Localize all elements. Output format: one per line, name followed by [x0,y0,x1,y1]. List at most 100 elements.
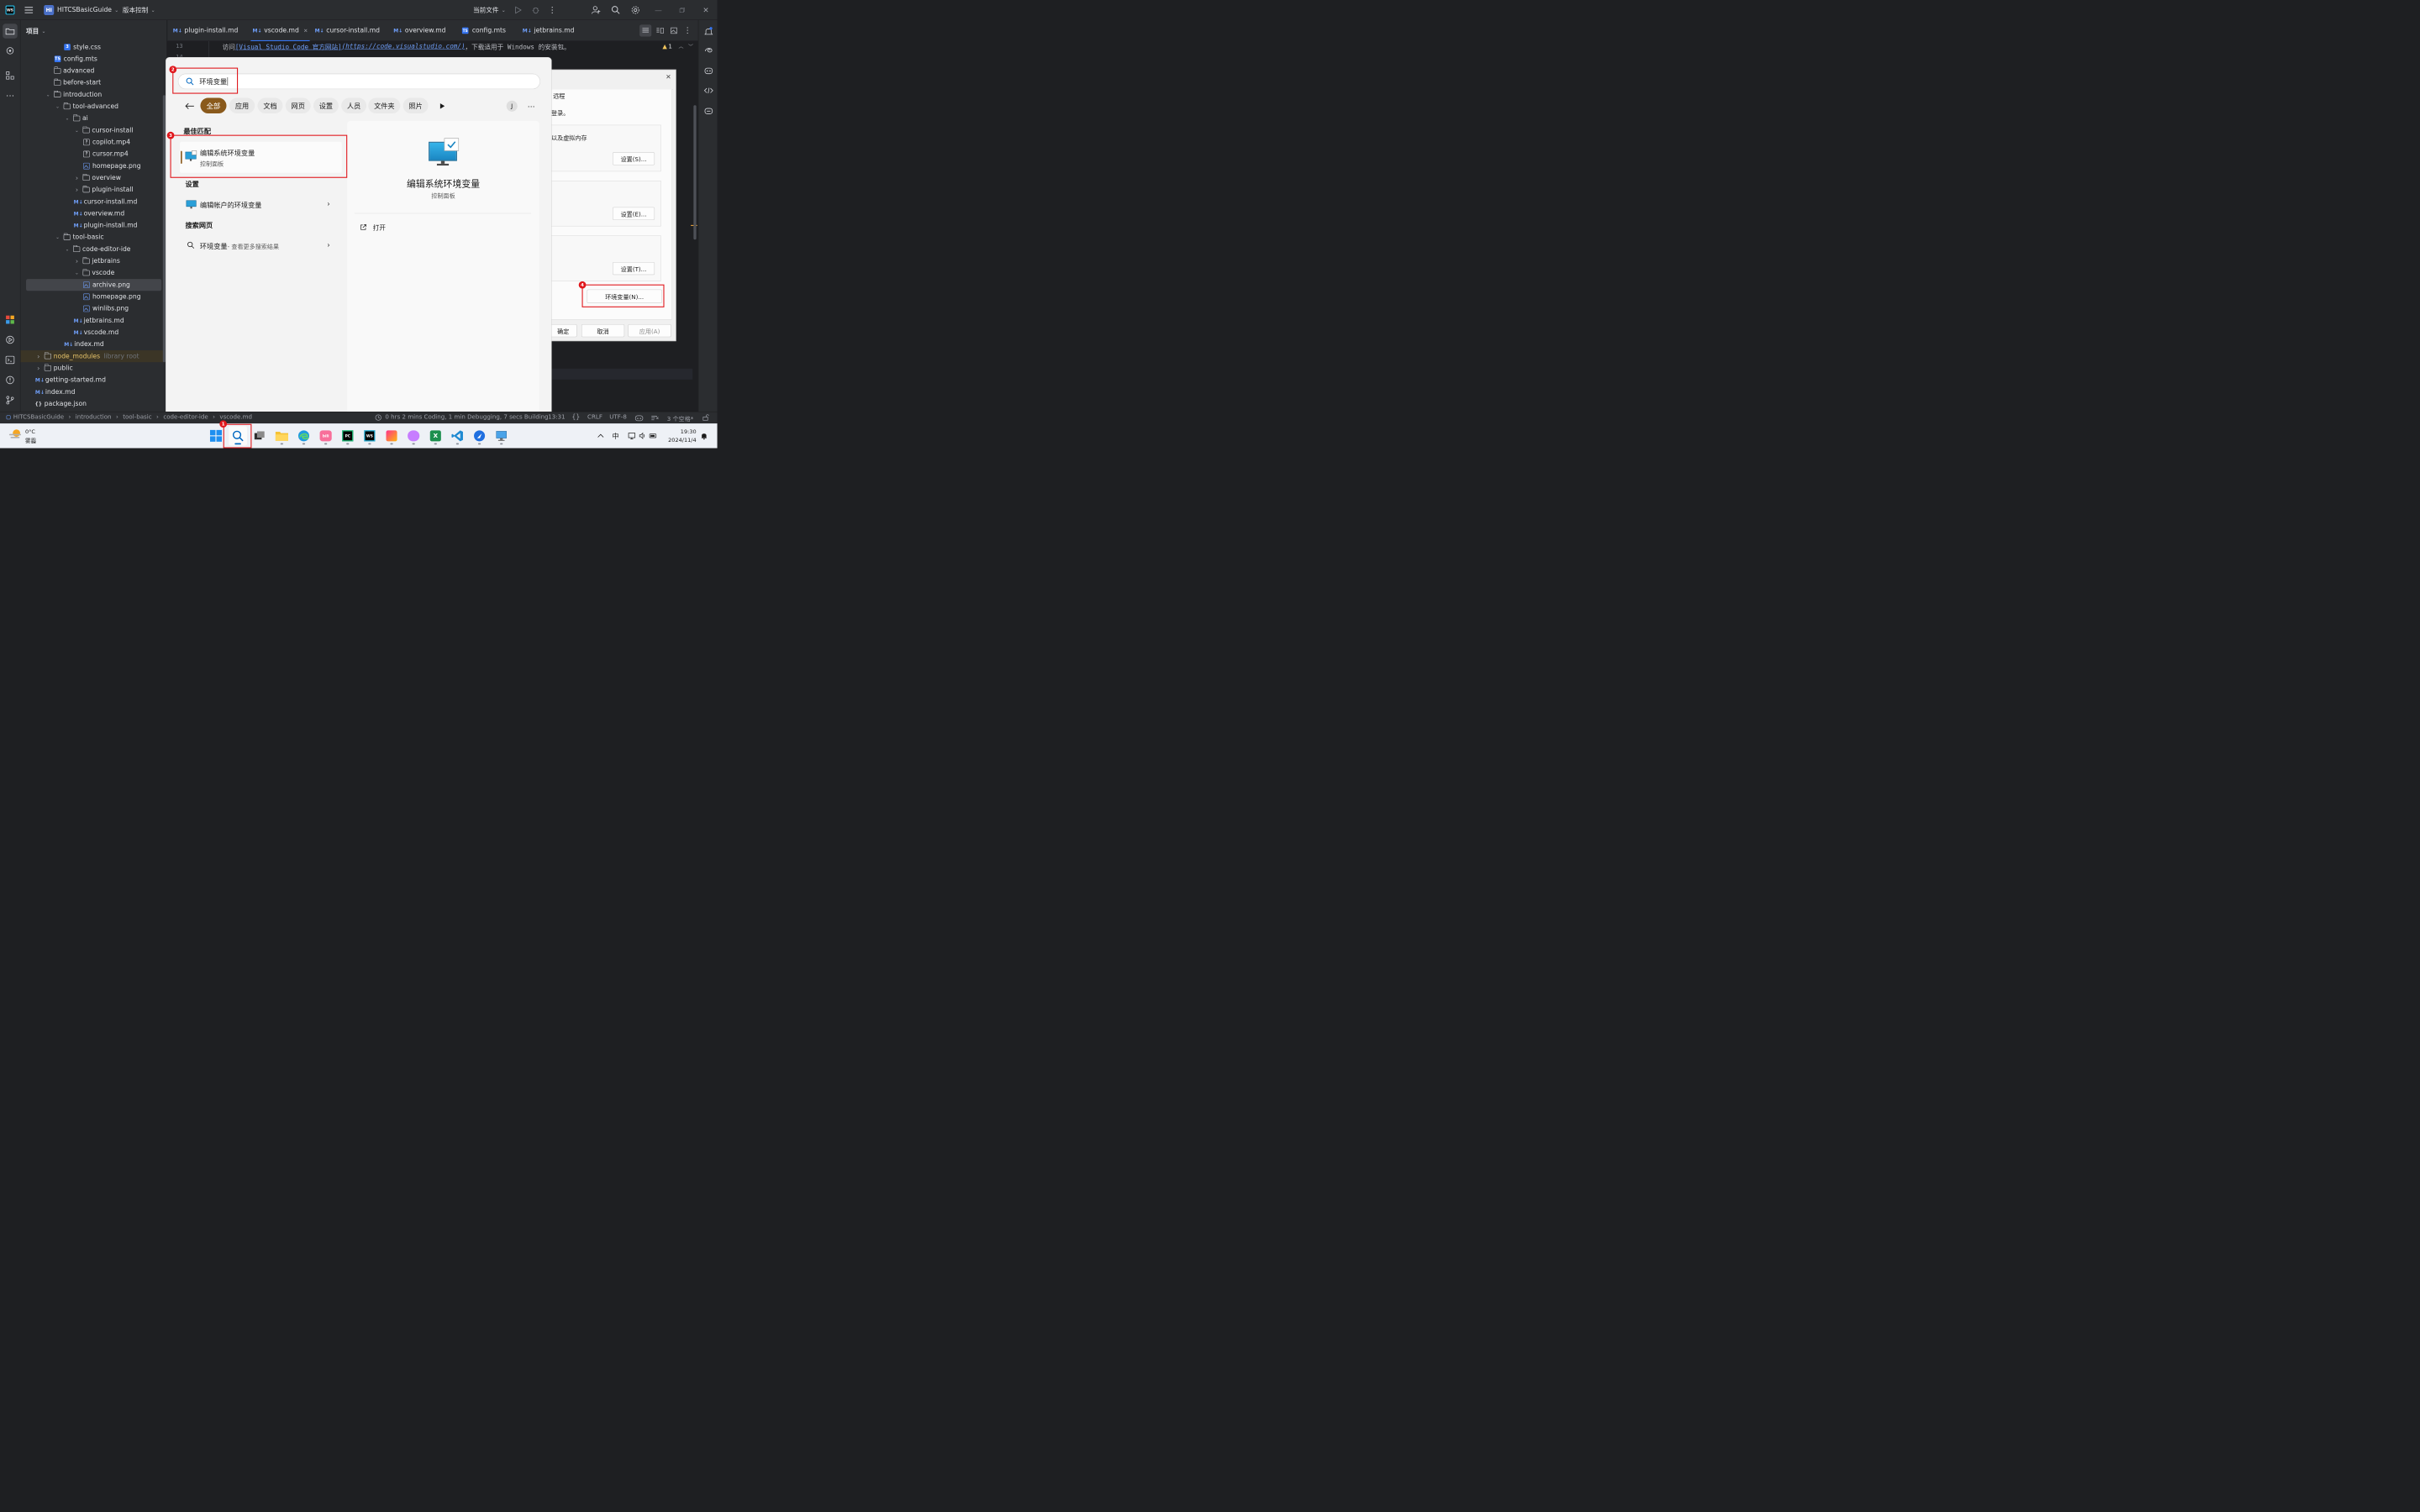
minimize-icon[interactable]: — [651,3,665,17]
editor-only-view-icon[interactable] [639,24,652,37]
chevron-down-icon[interactable]: ⌄ [74,270,81,276]
unlock-icon[interactable] [702,414,709,421]
tree-file[interactable]: M↓ overview.md [26,207,161,219]
chevron-right-icon[interactable]: › [35,352,42,360]
clock-date[interactable]: 2024/11/4 [666,437,697,444]
tab-remote[interactable]: 远程 [553,91,565,100]
project-panel-header[interactable]: 项目 ⌄ [26,27,46,36]
task-view-icon[interactable] [250,426,269,445]
cat-app-icon[interactable] [404,426,423,445]
editor-tab[interactable]: M↓ plugin-install.md [173,20,239,41]
tree-folder[interactable]: ⌄ vscode [26,267,161,279]
search-icon[interactable] [609,3,623,17]
editor-tab[interactable]: M↓ cursor-install.md [315,20,380,41]
more-horizontal-icon[interactable]: ⋯ [526,101,537,112]
tree-folder[interactable]: before-start [26,76,161,88]
play-more-filters-icon[interactable] [438,102,447,111]
system-tray[interactable] [627,426,659,445]
preview-view-icon[interactable] [668,24,680,36]
tree-file[interactable]: ? copilot.mp4 [26,136,161,148]
git-tool-icon[interactable] [4,394,16,406]
tree-file[interactable]: homepage.png [26,291,161,302]
structure-tool-icon[interactable] [4,70,16,81]
caret-position[interactable]: 13:31 [548,414,565,421]
pycharm-icon[interactable]: PC [339,426,357,445]
editor-tab[interactable]: M↓ vscode.md ✕ [250,20,310,41]
close-icon[interactable]: ✕ [664,73,673,82]
more-horizontal-icon[interactable]: ⋯ [4,90,16,102]
breadcrumb-item[interactable]: code-editor-ide [163,414,208,421]
link-text[interactable]: [Visual Studio Code 官方网站] [235,42,342,51]
tree-file[interactable]: {} package.json [26,398,161,410]
chevron-down-icon[interactable]: ⌄ [64,116,71,121]
tree-folder[interactable]: › overview [26,172,161,184]
tree-file[interactable]: M↓ index.md [26,339,161,350]
settings-result[interactable]: 编辑帐户的环境变量 › [180,197,342,213]
breadcrumb-item[interactable]: tool-basic [123,414,151,421]
tree-folder[interactable]: › jetbrains [26,255,161,267]
chevron-right-icon[interactable]: › [35,364,42,372]
notification-bell-icon[interactable] [699,426,709,445]
no-wrap-icon[interactable] [650,414,659,421]
back-arrow-icon[interactable] [184,101,195,112]
inspection-widget[interactable]: ▲ 1 ︿ ﹀ [662,43,693,50]
tree-folder[interactable]: ⌄ cursor-install [26,124,161,136]
split-view-icon[interactable] [655,24,666,36]
filter-chip[interactable]: 文档 [257,97,283,114]
chevron-down-icon[interactable]: ⌄ [45,92,51,97]
copilot-status-icon[interactable] [634,414,644,422]
tree-file[interactable]: TS config.mts [26,53,161,65]
startup-settings-button[interactable]: 设置(T)... [613,261,655,276]
apply-button[interactable]: 应用(A) [628,324,671,338]
weather-temp[interactable]: 0°C [25,428,35,435]
tree-file[interactable]: homepage.png [26,160,161,172]
terminal-tool-icon[interactable] [4,354,16,365]
filter-chip[interactable]: 设置 [313,97,339,114]
webstorm-icon[interactable]: WS [360,426,379,445]
problems-tool-icon[interactable] [4,374,16,386]
tree-file[interactable]: M↓ vscode.md [26,327,161,339]
chevron-down-icon[interactable]: ⌄ [74,128,81,133]
add-user-icon[interactable] [589,3,602,17]
weather-haze-icon[interactable] [8,429,22,440]
editor-scrollbar[interactable] [693,105,697,240]
filter-chip[interactable]: 应用 [229,97,255,114]
tree-file[interactable]: archive.png [26,279,162,291]
tree-folder[interactable]: ⌄ introduction [26,89,161,101]
tree-folder[interactable]: › plugin-install [26,184,161,196]
line-separator[interactable]: CRLF [587,414,602,421]
chevron-down-icon[interactable]: ﹀ [688,43,693,50]
file-explorer-icon[interactable] [272,426,291,445]
indent-setting[interactable]: 3 个空格* [667,414,694,423]
filter-chip[interactable]: 全部 [200,97,227,114]
edge-browser-icon[interactable] [295,426,313,445]
braces-icon[interactable]: {} [572,413,581,421]
filter-chip[interactable]: 文件夹 [368,97,401,114]
tree-folder[interactable]: › public [26,362,161,374]
plugins-tiles-icon[interactable] [6,315,14,324]
chevron-up-icon[interactable] [595,426,607,445]
copilot-icon[interactable] [703,65,714,76]
clock-time[interactable]: 19:30 [668,428,697,435]
vscode-icon[interactable] [449,426,467,445]
run-config-selector[interactable]: 当前文件 ⌄ [473,4,506,15]
gear-icon[interactable] [629,3,642,17]
filter-chip[interactable]: 人员 [341,97,367,114]
main-menu-icon[interactable] [22,3,35,17]
wakatime-widget[interactable]: 0 hrs 2 mins Coding, 1 min Debugging, 7 … [375,414,549,421]
tree-file[interactable]: M↓ getting-started.md [26,374,161,386]
jetbrains-beta-icon[interactable] [382,426,401,445]
close-icon[interactable]: ✕ [699,3,713,17]
more-vertical-icon[interactable]: ⋮ [682,24,692,36]
weather-desc[interactable]: 雾霾 [25,437,36,444]
tree-file[interactable]: M↓ cursor-install.md [26,196,161,207]
tree-file[interactable]: M↓ index.md [26,386,161,398]
user-avatar[interactable]: J [506,100,518,112]
services-tool-icon[interactable] [4,333,16,345]
commit-tool-icon[interactable] [4,45,16,56]
chevron-right-icon[interactable]: › [74,257,81,265]
breadcrumb-item[interactable]: HITCSBasicGuide [13,414,64,421]
vcs-menu[interactable]: 版本控制 ⌄ [123,4,155,15]
chevron-up-icon[interactable]: ︿ [679,43,684,50]
ai-assistant-icon[interactable] [703,45,714,55]
